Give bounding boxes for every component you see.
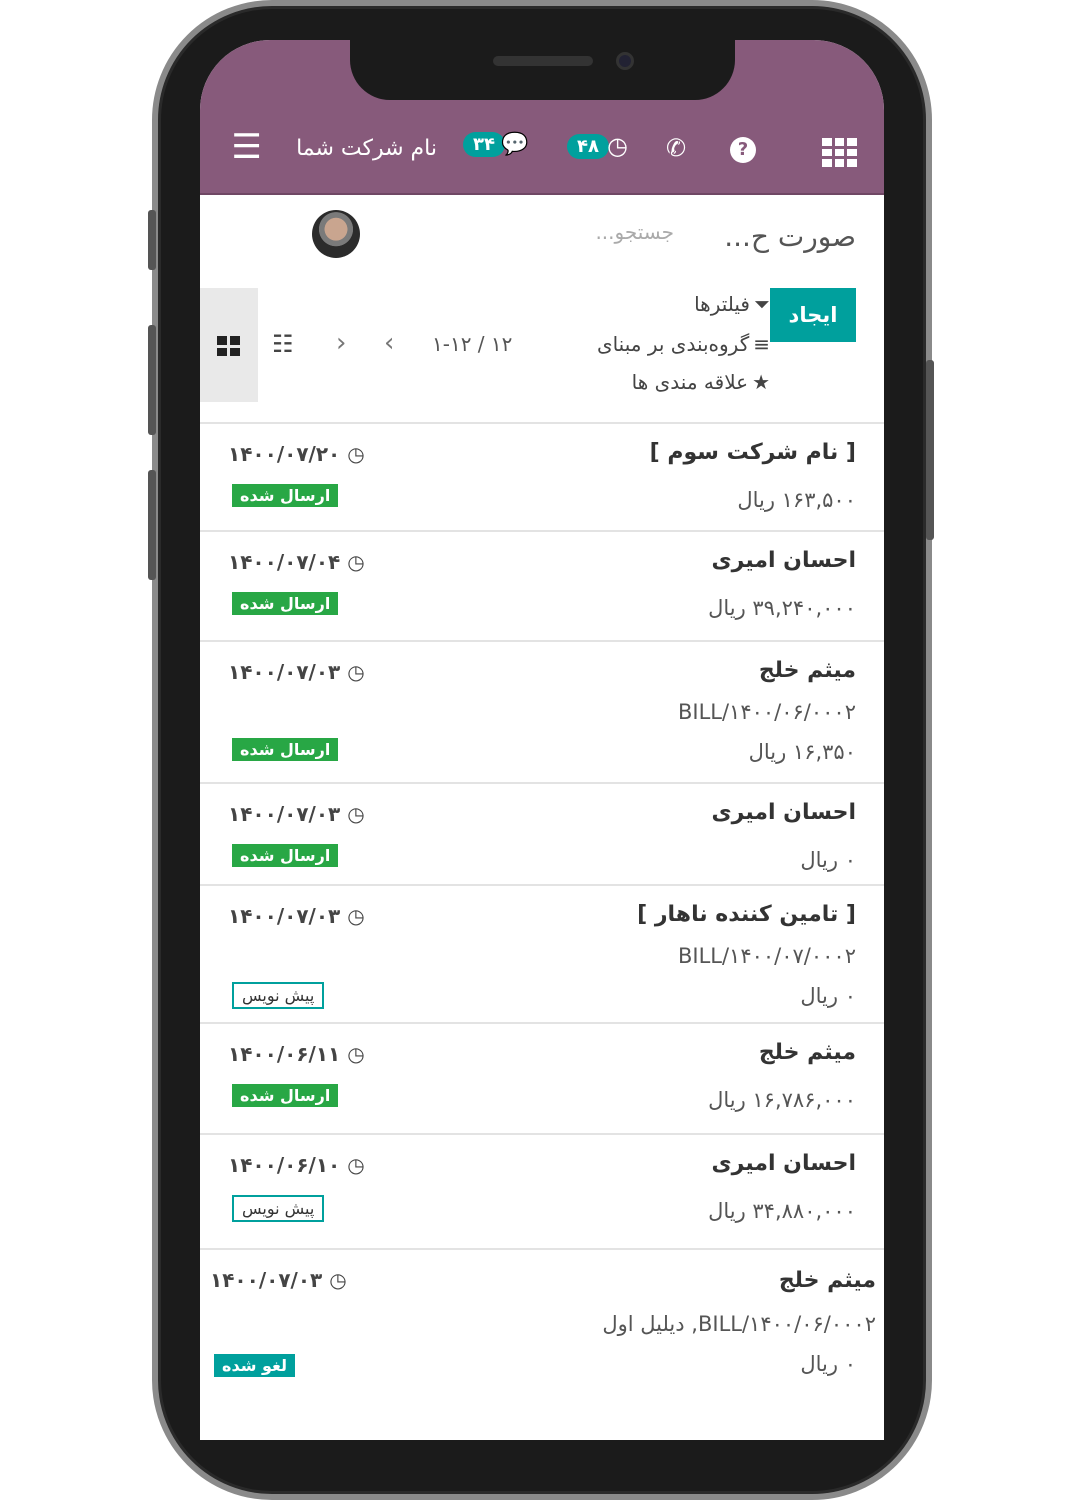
invoice-amount: ۰ ریال <box>800 848 856 872</box>
avatar[interactable] <box>312 210 360 258</box>
star-icon: ★ <box>752 370 770 394</box>
status-badge: ارسال شده <box>232 484 339 507</box>
list-view-icon[interactable]: ☷ <box>272 330 294 358</box>
invoice-reference: BILL/۱۴۰۰/۰۶/۰۰۰۲, دیلیل اول <box>602 1312 876 1336</box>
clock-icon: ◷ <box>347 442 365 466</box>
filters-label: فیلترها <box>694 292 750 316</box>
invoice-reference: BILL/۱۴۰۰/۰۶/۰۰۰۲ <box>677 700 856 724</box>
phone-button <box>148 210 156 270</box>
clock-icon: ◷ <box>347 1042 365 1066</box>
partner-name: میثم خلج <box>758 1040 856 1065</box>
clock-icon: ◷ <box>347 660 365 684</box>
next-page-icon[interactable]: › <box>384 328 394 358</box>
invoice-card[interactable]: میثم خلج BILL/۱۴۰۰/۰۶/۰۰۰۲ ۱۶,۳۵۰ ریال ۱۴۰۰… <box>200 640 884 782</box>
notch <box>350 40 735 100</box>
status-badge: ارسال شده <box>232 738 339 761</box>
activities-badge: ۴۸ <box>567 133 609 159</box>
list-icon: ≡ <box>753 332 770 356</box>
pager-value[interactable]: ۱-۱۲ / ۱۲ <box>432 332 512 356</box>
clock-icon: ◷ <box>347 550 365 574</box>
status-badge: ارسال شده <box>232 844 339 867</box>
partner-name: میثم خلج <box>758 658 856 683</box>
invoice-amount: ۱۶,۳۵۰ ریال <box>748 740 856 764</box>
partner-name: احسان امیری <box>711 1151 856 1176</box>
status-badge: ارسال شده <box>232 592 339 615</box>
apps-grid-icon[interactable] <box>822 138 857 167</box>
breadcrumb[interactable]: صورت ح... <box>724 220 856 253</box>
invoice-date: ۱۴۰۰/۰۷/۰۳ <box>210 1268 323 1292</box>
invoice-date: ۱۴۰۰/۰۷/۲۰ <box>228 442 341 466</box>
invoice-card[interactable]: میثم خلج BILL/۱۴۰۰/۰۶/۰۰۰۲, دیلیل اول ۰ ری… <box>200 1248 884 1440</box>
create-button[interactable]: ایجاد <box>770 288 856 342</box>
previous-page-icon[interactable]: ‹ <box>336 328 346 358</box>
partner-name: [ نام شرکت سوم ] <box>649 440 856 465</box>
kanban-icon <box>217 336 240 356</box>
invoice-amount: ۳۴,۸۸۰,۰۰۰ ریال <box>708 1199 856 1223</box>
invoice-card[interactable]: احسان امیری ۳۴,۸۸۰,۰۰۰ ریال ۱۴۰۰/۰۶/۱۰ ◷ پی… <box>200 1133 884 1248</box>
clock-icon: ◷ <box>606 132 628 160</box>
screen: ☰ نام شرکت شما ۳۴ 💬 ۴۸ ◷ ✆ ? صورت ح... ج… <box>200 40 884 1440</box>
chat-icon: 💬 <box>500 132 529 157</box>
invoice-card[interactable]: [ تامین کننده ناهار ] BILL/۱۴۰۰/۰۷/۰۰۰۲ ۰ … <box>200 884 884 1022</box>
invoice-card[interactable]: احسان امیری ۰ ریال ۱۴۰۰/۰۷/۰۳ ◷ ارسال شده <box>200 782 884 884</box>
search-input[interactable]: جستجو... <box>595 220 674 244</box>
partner-name: میثم خلج <box>778 1268 876 1293</box>
invoice-amount: ۱۶۳,۵۰۰ ریال <box>737 488 856 512</box>
messages-badge: ۳۴ <box>463 132 505 157</box>
invoice-date: ۱۴۰۰/۰۷/۰۳ <box>228 660 341 684</box>
clock-icon: ◷ <box>347 802 365 826</box>
status-badge: ارسال شده <box>232 1084 339 1107</box>
group-by-label: گروه‌بندی بر مبنای <box>596 332 750 356</box>
group-by-button[interactable]: ≡ گروه‌بندی بر مبنای <box>597 332 770 356</box>
favorites-label: علاقه مندی ها <box>631 370 749 394</box>
partner-name: احسان امیری <box>711 548 856 573</box>
favorites-button[interactable]: ★ علاقه مندی ها <box>632 370 770 394</box>
phone-button <box>926 360 934 540</box>
menu-icon[interactable]: ☰ <box>232 130 262 164</box>
status-badge: پیش نویس <box>232 982 325 1009</box>
invoice-card[interactable]: میثم خلج ۱۶,۷۸۶,۰۰۰ ریال ۱۴۰۰/۰۶/۱۱ ◷ ارسال… <box>200 1022 884 1133</box>
partner-name: احسان امیری <box>711 800 856 825</box>
invoice-amount: ۰ ریال <box>800 984 856 1008</box>
kanban-view-button[interactable] <box>200 288 258 402</box>
invoice-date: ۱۴۰۰/۰۷/۰۳ <box>228 802 341 826</box>
messages-button[interactable]: ۳۴ 💬 <box>463 132 528 157</box>
clock-icon: ◷ <box>347 1153 365 1177</box>
company-name[interactable]: نام شرکت شما <box>296 136 437 161</box>
status-badge: لغو شده <box>214 1354 296 1377</box>
clock-icon: ◷ <box>329 1268 347 1292</box>
invoice-date: ۱۴۰۰/۰۷/۰۴ <box>228 550 341 574</box>
invoice-date: ۱۴۰۰/۰۶/۱۱ <box>228 1042 341 1066</box>
filter-icon: ⏷ <box>754 292 770 316</box>
invoice-card[interactable]: احسان امیری ۳۹,۲۴۰,۰۰۰ ریال ۱۴۰۰/۰۷/۰۴ ◷ ار… <box>200 530 884 640</box>
status-badge: پیش نویس <box>232 1195 325 1222</box>
partner-name: [ تامین کننده ناهار ] <box>637 902 856 927</box>
phone-button <box>148 470 156 580</box>
invoice-amount: ۳۹,۲۴۰,۰۰۰ ریال <box>708 596 856 620</box>
invoice-card[interactable]: [ نام شرکت سوم ] ۱۶۳,۵۰۰ ریال ۱۴۰۰/۰۷/۲۰ ◷… <box>200 422 884 530</box>
invoice-amount: ۱۶,۷۸۶,۰۰۰ ریال <box>708 1088 856 1112</box>
invoice-reference: BILL/۱۴۰۰/۰۷/۰۰۰۲ <box>677 944 856 968</box>
filters-button[interactable]: ⏷ فیلترها <box>694 292 770 316</box>
phone-icon[interactable]: ✆ <box>666 134 686 162</box>
phone-button <box>148 325 156 435</box>
activities-button[interactable]: ۴۸ ◷ <box>567 132 628 160</box>
invoice-date: ۱۴۰۰/۰۶/۱۰ <box>228 1153 341 1177</box>
invoice-date: ۱۴۰۰/۰۷/۰۳ <box>228 904 341 928</box>
help-icon[interactable]: ? <box>730 137 756 163</box>
clock-icon: ◷ <box>347 904 365 928</box>
invoice-amount: ۰ ریال <box>800 1352 856 1376</box>
